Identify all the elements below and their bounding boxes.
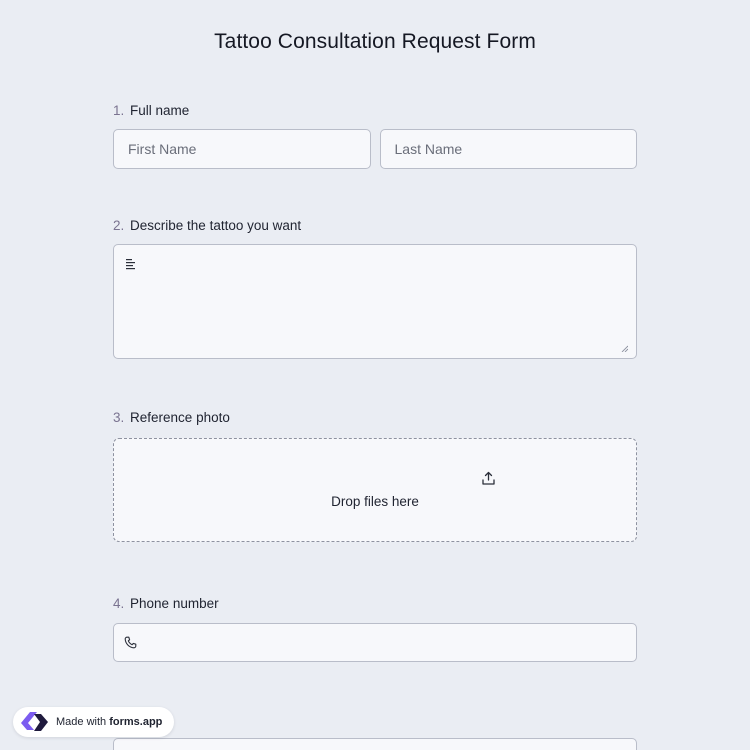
text-lines-icon [126,259,135,270]
last-name-placeholder: Last Name [394,141,463,157]
badge-prefix: Made with [56,716,107,728]
question-label: 2. Describe the tattoo you want [113,217,637,235]
last-name-input[interactable]: Last Name [379,129,637,169]
question-text: Reference photo [130,410,230,425]
dropzone-label: Drop files here [331,494,419,509]
badge-text: Made with forms.app [56,716,162,728]
question-text: Full name [130,103,190,118]
tattoo-description-textarea[interactable] [113,244,637,359]
badge-brand: forms.app [109,716,163,728]
question-tattoo-description: 2. Describe the tattoo you want [113,217,637,359]
question-number: 3. [113,410,125,425]
made-with-forms-app-badge[interactable]: Made with forms.app [13,707,175,737]
form-page: Tattoo Consultation Request Form 1. Full… [0,0,750,750]
first-name-placeholder: First Name [128,141,197,157]
question-reference-photo: 3. Reference photo Drop files here [113,409,637,542]
name-row: First Name Last Name [113,129,637,169]
question-label: 1. Full name [113,102,637,120]
upload-icon [482,471,495,485]
question-number: 4. [113,596,125,611]
resize-handle-icon[interactable] [621,345,628,352]
question-number: 1. [113,103,125,118]
form-title: Tattoo Consultation Request Form [214,30,536,53]
question-number: 2. [113,218,125,233]
question-text: Phone number [130,596,219,611]
phone-number-input[interactable] [113,623,637,662]
forms-app-logo-icon [21,712,48,731]
question-full-name: 1. Full name First Name Last Name [113,102,637,169]
next-question-field[interactable] [113,738,637,750]
question-label: 3. Reference photo [113,409,637,427]
first-name-input[interactable]: First Name [113,129,371,169]
question-phone-number: 4. Phone number [113,595,637,662]
question-label: 4. Phone number [113,595,637,613]
question-text: Describe the tattoo you want [130,218,302,233]
phone-icon [124,636,137,649]
file-dropzone[interactable]: Drop files here [113,438,637,542]
